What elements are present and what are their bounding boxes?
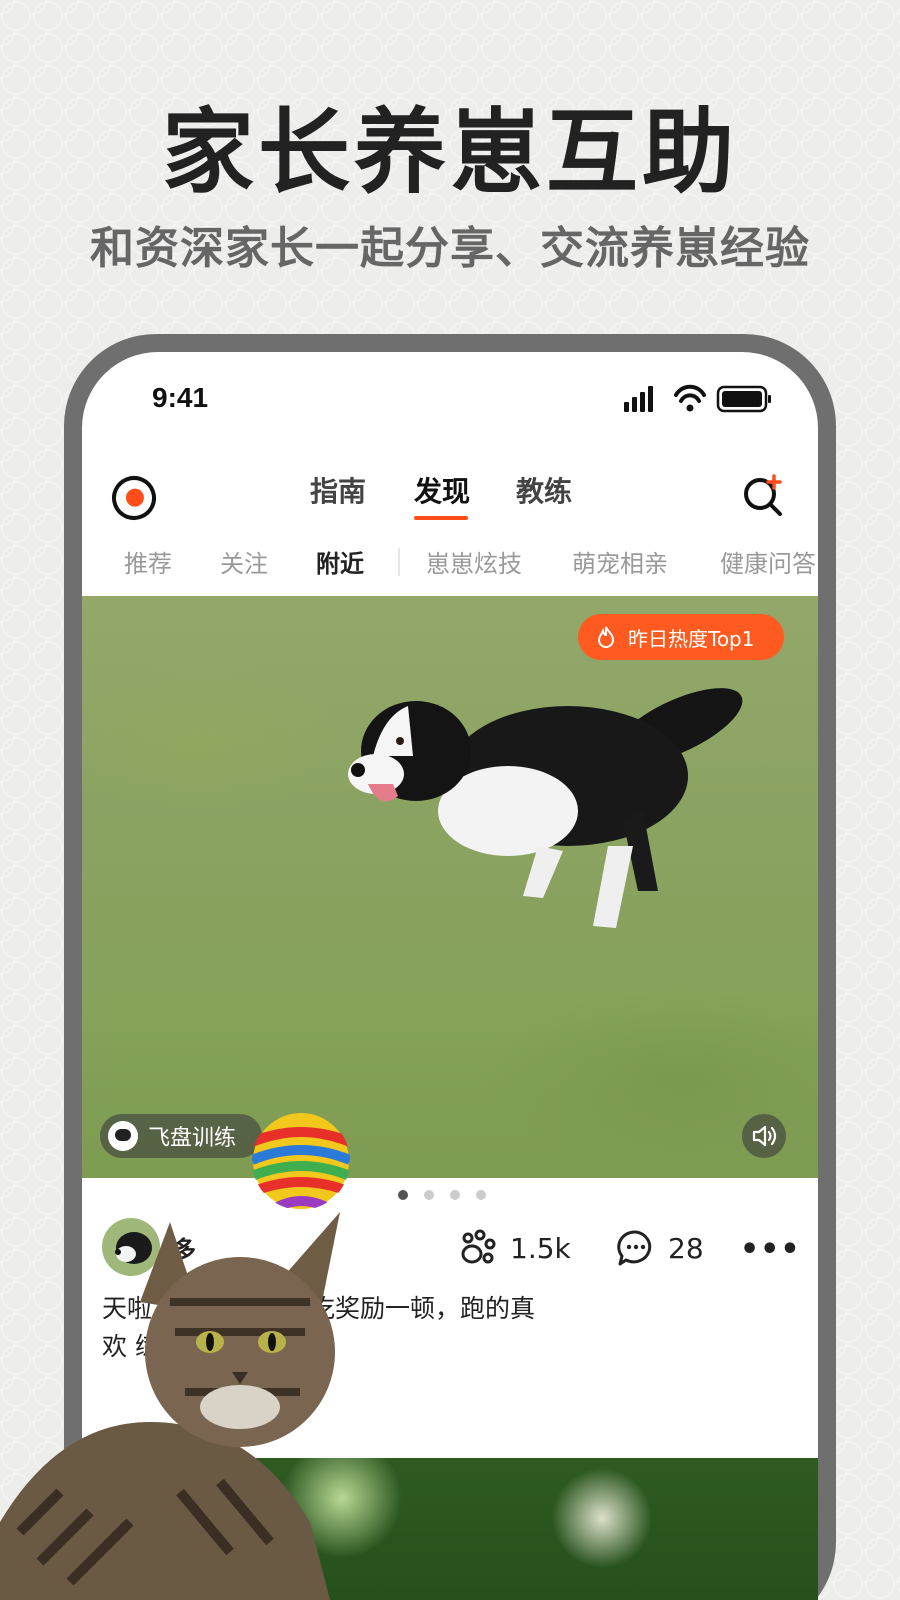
sub-tabs: 推荐 关注 附近 崽崽炫技 萌宠相亲 健康问答 [82, 544, 818, 588]
subtab-matching[interactable]: 萌宠相亲 [572, 544, 668, 579]
carousel-dot[interactable] [398, 1190, 408, 1200]
dog-photo [348, 688, 743, 928]
topic-tag-label: 飞盘训练 [148, 1126, 237, 1151]
search-add-icon[interactable] [740, 470, 788, 518]
promo-headline: 家长养崽互助 [161, 99, 738, 206]
more-button[interactable]: ••• [740, 1232, 801, 1267]
sound-button[interactable] [742, 1114, 786, 1158]
paw-icon [461, 1229, 496, 1264]
tab-discover[interactable]: 发现 [414, 470, 470, 510]
like-count: 1.5k [510, 1231, 571, 1265]
subtab-divider [398, 548, 400, 576]
tab-active-underline [414, 516, 468, 520]
promo-subline: 和资深家长一起分享、交流养崽经验 [90, 223, 810, 274]
subtab-nearby[interactable]: 附近 [316, 544, 364, 579]
topic-avatar [108, 1121, 138, 1151]
main-tabs: 指南 发现 教练 [302, 470, 602, 530]
wifi-icon [674, 384, 706, 412]
carousel-dot[interactable] [424, 1190, 434, 1200]
subtab-health[interactable]: 健康问答 [720, 544, 816, 579]
tab-guide[interactable]: 指南 [310, 470, 366, 510]
topic-tag[interactable]: 飞盘训练 [100, 1114, 262, 1158]
hot-badge: 昨日热度Top1 [578, 614, 784, 660]
carousel-dot[interactable] [450, 1190, 460, 1200]
post-media[interactable]: 昨日热度Top1 飞盘训练 [82, 596, 818, 1178]
subtab-recommend[interactable]: 推荐 [124, 544, 172, 579]
battery-icon [716, 385, 771, 413]
carousel-dot[interactable] [476, 1190, 486, 1200]
speaker-icon [752, 1125, 777, 1147]
cat-sticker [0, 1212, 340, 1600]
app-logo[interactable] [105, 469, 163, 527]
subtab-tricks[interactable]: 崽崽炫技 [426, 544, 522, 579]
comment-icon [617, 1230, 652, 1266]
signal-icon [624, 386, 653, 412]
flame-icon [597, 626, 615, 648]
subtab-follow[interactable]: 关注 [220, 544, 268, 579]
like-stat[interactable]: 1.5k [458, 1228, 571, 1268]
tab-coach[interactable]: 教练 [516, 470, 572, 510]
hot-badge-label: 昨日热度Top1 [628, 626, 755, 651]
comment-count: 28 [668, 1231, 704, 1265]
status-time: 9:41 [152, 382, 209, 413]
comment-stat[interactable]: 28 [616, 1228, 704, 1268]
status-icons [624, 384, 771, 413]
carousel-dots [398, 1190, 498, 1202]
